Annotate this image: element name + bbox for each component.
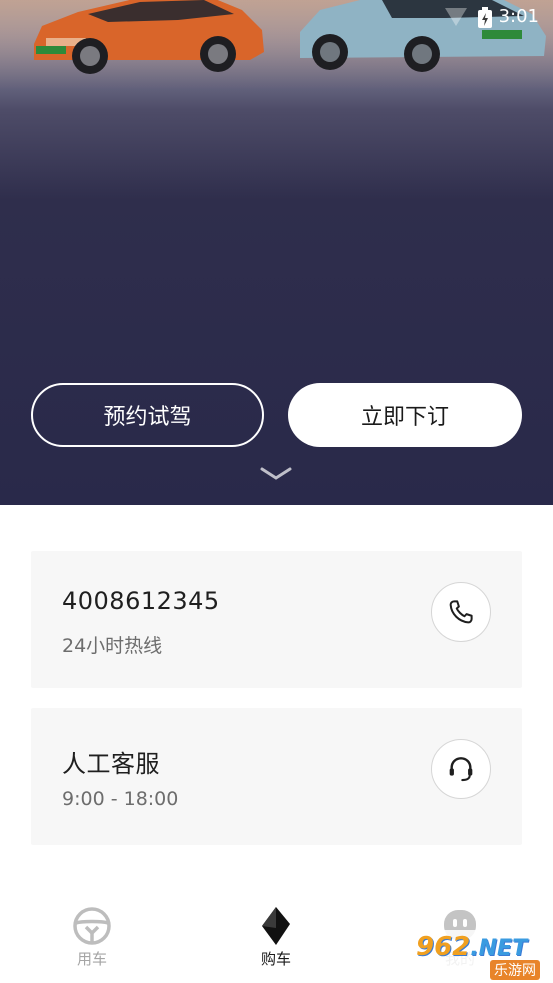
diamond-icon [262, 907, 290, 945]
orange-suv-image [34, 0, 264, 74]
hotline-number: 4008612345 [62, 587, 220, 615]
watermark-site: 乐游网 [490, 960, 540, 980]
nav-label-use-car: 用车 [76, 950, 107, 968]
hotline-card: 4008612345 24小时热线 [31, 551, 522, 688]
watermark-logo: 962.NET [416, 932, 527, 962]
hotline-subtitle: 24小时热线 [62, 635, 163, 657]
status-bar: 3:01 [393, 0, 553, 36]
battery-charging-icon [478, 7, 492, 28]
service-hours: 9:00 - 18:00 [62, 788, 179, 810]
call-button[interactable] [431, 582, 491, 642]
steering-wheel-icon [73, 907, 111, 945]
nav-label-buy-car: 购车 [260, 950, 291, 968]
hero-banner: 3:01 预约试驾 立即下订 [0, 0, 553, 505]
headset-icon [449, 757, 473, 782]
service-title: 人工客服 [62, 750, 160, 778]
customer-service-card: 人工客服 9:00 - 18:00 [31, 708, 522, 845]
site-watermark: 962.NET 乐游网 [412, 930, 553, 983]
order-now-button[interactable]: 立即下订 [288, 383, 522, 447]
customer-service-button[interactable] [431, 739, 491, 799]
chevron-down-icon[interactable] [259, 466, 293, 482]
watermark-brand: 962 [416, 932, 471, 962]
nav-item-buy-car[interactable]: 购车 [226, 890, 326, 980]
phone-icon [449, 600, 473, 624]
watermark-net: .NET [470, 936, 528, 961]
nav-item-use-car[interactable]: 用车 [42, 890, 142, 980]
signal-icon [445, 8, 467, 26]
status-time: 3:01 [498, 6, 539, 27]
test-drive-button[interactable]: 预约试驾 [31, 383, 264, 447]
